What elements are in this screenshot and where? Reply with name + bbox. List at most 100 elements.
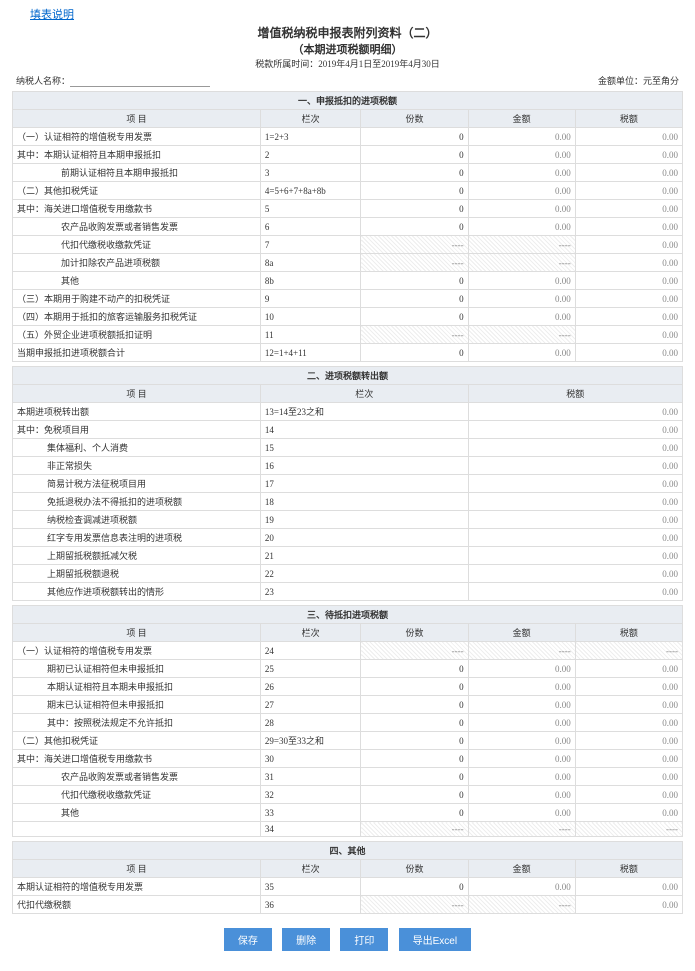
cell[interactable]: 0.00 xyxy=(575,660,682,678)
cell[interactable]: 15 xyxy=(260,439,468,457)
cell[interactable]: 3 xyxy=(260,164,361,182)
cell[interactable]: 12=1+4+11 xyxy=(260,344,361,362)
cell[interactable]: 0.00 xyxy=(468,421,682,439)
cell[interactable]: （二）其他扣税凭证 xyxy=(13,182,261,200)
cell[interactable]: ---- xyxy=(361,896,468,914)
cell[interactable]: 0.00 xyxy=(468,200,575,218)
cell[interactable]: ---- xyxy=(468,326,575,344)
cell[interactable]: （四）本期用于抵扣的旅客运输服务扣税凭证 xyxy=(13,308,261,326)
cell[interactable]: ---- xyxy=(575,822,682,837)
cell[interactable]: 0.00 xyxy=(575,290,682,308)
taxpayer-input[interactable] xyxy=(70,76,210,87)
cell[interactable]: 0 xyxy=(361,164,468,182)
cell[interactable]: 红字专用发票信息表注明的进项税 xyxy=(13,529,261,547)
cell[interactable]: 简易计税方法征税项目用 xyxy=(13,475,261,493)
cell[interactable]: 其中：海关进口增值税专用缴款书 xyxy=(13,750,261,768)
cell[interactable]: 0.00 xyxy=(468,804,575,822)
cell[interactable]: 0.00 xyxy=(575,678,682,696)
cell[interactable]: 0.00 xyxy=(575,344,682,362)
cell[interactable]: 0.00 xyxy=(468,547,682,565)
cell[interactable]: 0 xyxy=(361,200,468,218)
cell[interactable]: 期初已认证相符但未申报抵扣 xyxy=(13,660,261,678)
cell[interactable]: 加计扣除农产品进项税额 xyxy=(13,254,261,272)
cell[interactable]: 34 xyxy=(260,822,361,837)
cell[interactable]: 前期认证相符且本期申报抵扣 xyxy=(13,164,261,182)
cell[interactable]: 0.00 xyxy=(468,457,682,475)
cell[interactable]: 18 xyxy=(260,493,468,511)
cell[interactable]: 7 xyxy=(260,236,361,254)
cell[interactable]: 5 xyxy=(260,200,361,218)
cell[interactable]: 14 xyxy=(260,421,468,439)
cell[interactable]: （一）认证相符的增值税专用发票 xyxy=(13,128,261,146)
cell[interactable]: 33 xyxy=(260,804,361,822)
cell[interactable]: 0.00 xyxy=(468,218,575,236)
cell[interactable]: 27 xyxy=(260,696,361,714)
cell[interactable]: 0 xyxy=(361,218,468,236)
cell[interactable]: 22 xyxy=(260,565,468,583)
cell[interactable]: 0 xyxy=(361,714,468,732)
cell[interactable]: 0.00 xyxy=(468,768,575,786)
cell[interactable]: 非正常损失 xyxy=(13,457,261,475)
cell[interactable]: 其中：按照税法规定不允许抵扣 xyxy=(13,714,261,732)
cell[interactable]: 其中：免税项目用 xyxy=(13,421,261,439)
cell[interactable]: 20 xyxy=(260,529,468,547)
cell[interactable]: 0.00 xyxy=(468,146,575,164)
cell[interactable]: 0 xyxy=(361,750,468,768)
cell[interactable]: ---- xyxy=(468,896,575,914)
cell[interactable]: 35 xyxy=(260,878,361,896)
cell[interactable]: 0 xyxy=(361,878,468,896)
cell[interactable]: 上期留抵税额抵减欠税 xyxy=(13,547,261,565)
cell[interactable]: 农产品收购发票或者销售发票 xyxy=(13,218,261,236)
cell[interactable]: 10 xyxy=(260,308,361,326)
cell[interactable]: 免抵退税办法不得抵扣的进项税额 xyxy=(13,493,261,511)
cell[interactable]: 36 xyxy=(260,896,361,914)
cell[interactable]: 0 xyxy=(361,308,468,326)
cell[interactable]: 本期认证相符的增值税专用发票 xyxy=(13,878,261,896)
cell[interactable]: ---- xyxy=(361,254,468,272)
cell[interactable]: 0.00 xyxy=(468,493,682,511)
save-button[interactable]: 保存 xyxy=(224,928,272,951)
cell[interactable]: 0.00 xyxy=(575,146,682,164)
cell[interactable]: 29=30至33之和 xyxy=(260,732,361,750)
cell[interactable]: 0.00 xyxy=(575,200,682,218)
cell[interactable]: 其他应作进项税额转出的情形 xyxy=(13,583,261,601)
cell[interactable]: 纳税检查调减进项税额 xyxy=(13,511,261,529)
cell[interactable]: 0.00 xyxy=(575,750,682,768)
cell[interactable]: 0.00 xyxy=(468,696,575,714)
cell[interactable]: 0.00 xyxy=(575,182,682,200)
cell[interactable]: 0 xyxy=(361,290,468,308)
cell[interactable]: 0.00 xyxy=(468,308,575,326)
cell[interactable]: 0.00 xyxy=(575,768,682,786)
cell[interactable]: 集体福利、个人消费 xyxy=(13,439,261,457)
cell[interactable]: 4=5+6+7+8a+8b xyxy=(260,182,361,200)
cell[interactable]: 代扣代缴税收缴款凭证 xyxy=(13,786,261,804)
cell[interactable]: 0.00 xyxy=(468,786,575,804)
cell[interactable]: 0.00 xyxy=(575,308,682,326)
cell[interactable]: 当期申报抵扣进项税额合计 xyxy=(13,344,261,362)
cell[interactable]: 1=2+3 xyxy=(260,128,361,146)
cell[interactable]: ---- xyxy=(575,642,682,660)
cell[interactable]: 农产品收购发票或者销售发票 xyxy=(13,768,261,786)
cell[interactable]: 0.00 xyxy=(468,344,575,362)
cell[interactable]: 0.00 xyxy=(468,660,575,678)
cell[interactable]: 16 xyxy=(260,457,468,475)
cell[interactable]: 19 xyxy=(260,511,468,529)
cell[interactable]: 0 xyxy=(361,146,468,164)
cell[interactable]: 32 xyxy=(260,786,361,804)
cell[interactable]: 0.00 xyxy=(468,164,575,182)
cell[interactable]: 0.00 xyxy=(468,714,575,732)
cell[interactable]: 0.00 xyxy=(575,714,682,732)
cell[interactable]: 0 xyxy=(361,272,468,290)
cell[interactable]: 9 xyxy=(260,290,361,308)
cell[interactable]: 0 xyxy=(361,660,468,678)
cell[interactable]: ---- xyxy=(361,642,468,660)
cell[interactable]: 0.00 xyxy=(468,583,682,601)
cell[interactable] xyxy=(13,822,261,837)
cell[interactable]: 0.00 xyxy=(468,732,575,750)
cell[interactable]: 0.00 xyxy=(468,878,575,896)
cell[interactable]: 25 xyxy=(260,660,361,678)
cell[interactable]: 0.00 xyxy=(575,804,682,822)
cell[interactable]: ---- xyxy=(361,236,468,254)
cell[interactable]: 0 xyxy=(361,128,468,146)
cell[interactable]: 0.00 xyxy=(575,732,682,750)
